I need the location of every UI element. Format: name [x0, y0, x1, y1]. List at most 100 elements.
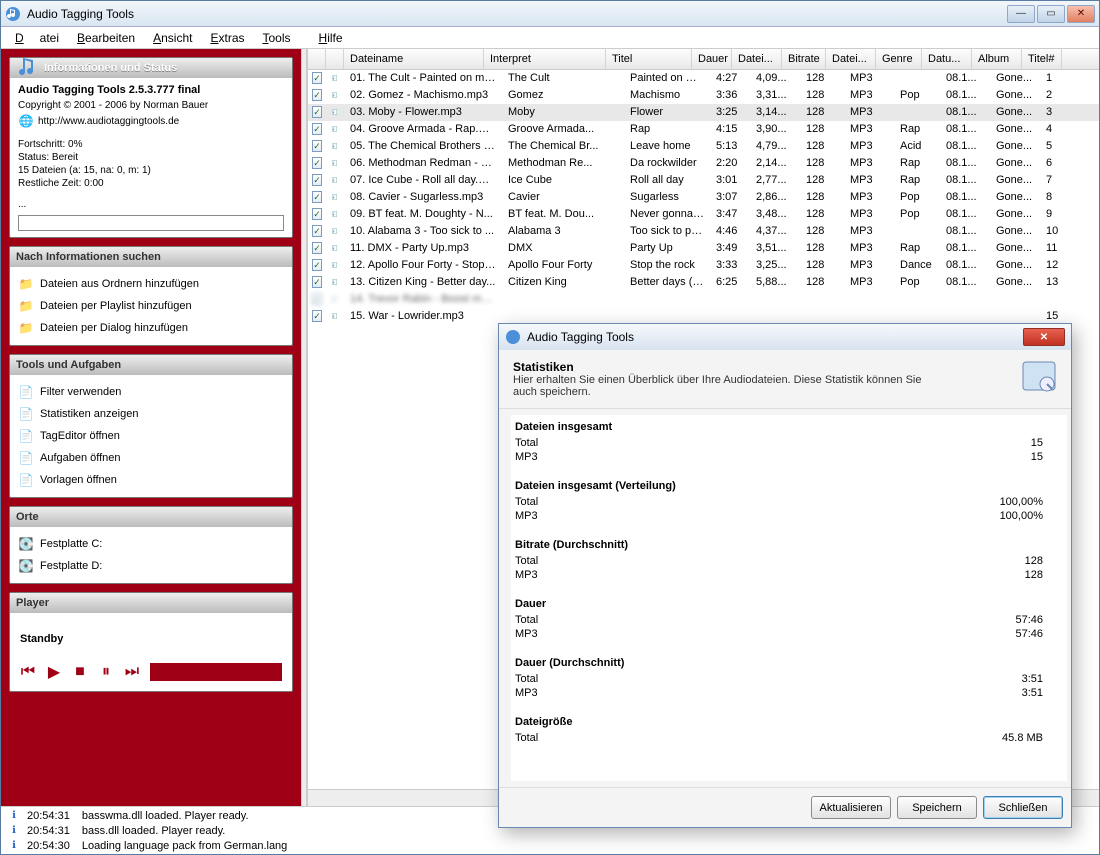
- checkbox[interactable]: ✓: [312, 293, 322, 305]
- refresh-button[interactable]: Aktualisieren: [811, 796, 891, 819]
- checkbox[interactable]: ✓: [312, 259, 322, 271]
- drive-icon: 💽: [18, 558, 34, 574]
- table-row[interactable]: ✓03. Moby - Flower.mp3MobyFlower3:253,14…: [308, 104, 1099, 121]
- col-bitrate[interactable]: Bitrate: [782, 49, 826, 69]
- sidebar-item[interactable]: 📄TagEditor öffnen: [18, 425, 284, 447]
- audio-file-icon: [332, 156, 338, 170]
- file-count: 15 Dateien (a: 15, na: 0, m: 1): [18, 164, 284, 177]
- col-track[interactable]: Titel#: [1022, 49, 1062, 69]
- table-row[interactable]: ✓02. Gomez - Machismo.mp3GomezMachismo3:…: [308, 87, 1099, 104]
- sidebar-item[interactable]: 📁Dateien per Dialog hinzufügen: [18, 317, 284, 339]
- table-row[interactable]: ✓09. BT feat. M. Doughty - N...BT feat. …: [308, 206, 1099, 223]
- stat-row: MP357:46: [511, 627, 1067, 641]
- dialog-title-bar[interactable]: Audio Tagging Tools ✕: [499, 324, 1071, 350]
- minimize-button[interactable]: —: [1007, 5, 1035, 23]
- maximize-button[interactable]: ▭: [1037, 5, 1065, 23]
- sidebar-item[interactable]: 💽Festplatte D:: [18, 555, 284, 577]
- checkbox[interactable]: ✓: [312, 191, 322, 203]
- player-prev-button[interactable]: ⏮: [20, 665, 36, 679]
- stat-section-header: Dateien insgesamt (Verteilung): [511, 474, 1067, 495]
- remaining-time: Restliche Zeit: 0:00: [18, 177, 284, 190]
- info-icon: ℹ: [7, 809, 21, 823]
- menu-ansicht[interactable]: Ansicht: [145, 29, 200, 47]
- checkbox[interactable]: ✓: [312, 225, 322, 237]
- checkbox[interactable]: ✓: [312, 310, 322, 322]
- player-stop-button[interactable]: ■: [72, 665, 88, 679]
- title-bar[interactable]: Audio Tagging Tools — ▭ ✕: [1, 1, 1099, 27]
- audio-file-icon: [332, 88, 338, 102]
- col-genre[interactable]: Genre: [876, 49, 922, 69]
- table-row[interactable]: ✓10. Alabama 3 - Too sick to ...Alabama …: [308, 223, 1099, 240]
- folder-icon: 📁: [18, 298, 34, 314]
- dialog-description: Hier erhalten Sie einen Überblick über I…: [513, 374, 943, 398]
- col-album[interactable]: Album: [972, 49, 1022, 69]
- sidebar-item[interactable]: 📁Dateien aus Ordnern hinzufügen: [18, 273, 284, 295]
- table-row[interactable]: ✓06. Methodman Redman - D...Methodman Re…: [308, 155, 1099, 172]
- stat-section-header: Dauer (Durchschnitt): [511, 651, 1067, 672]
- checkbox[interactable]: ✓: [312, 242, 322, 254]
- info-panel-header: Informationen und Status: [10, 58, 292, 78]
- table-row[interactable]: ✓05. The Chemical Brothers - ...The Chem…: [308, 138, 1099, 155]
- menu-extras[interactable]: Extras: [202, 29, 252, 47]
- tools-panel: Tools und Aufgaben 📄Filter verwenden📄Sta…: [9, 354, 293, 498]
- sidebar-item[interactable]: 📁Dateien per Playlist hinzufügen: [18, 295, 284, 317]
- menu-bearbeiten[interactable]: Bearbeiten: [69, 29, 143, 47]
- sidebar-item[interactable]: 📄Aufgaben öffnen: [18, 447, 284, 469]
- col-filename[interactable]: Dateiname: [344, 49, 484, 69]
- menu-datei[interactable]: Datei: [7, 29, 67, 47]
- dialog-close-button[interactable]: ✕: [1023, 328, 1065, 346]
- stat-row: Total45.8 MB: [511, 731, 1067, 745]
- save-button[interactable]: Speichern: [897, 796, 977, 819]
- tool-icon: 📄: [18, 428, 34, 444]
- stat-section-header: Dateigröße: [511, 710, 1067, 731]
- checkbox[interactable]: ✓: [312, 72, 322, 84]
- checkbox[interactable]: ✓: [312, 208, 322, 220]
- table-row[interactable]: ✓11. DMX - Party Up.mp3DMXParty Up3:493,…: [308, 240, 1099, 257]
- stat-row: Total15: [511, 436, 1067, 450]
- col-size[interactable]: Datei...: [732, 49, 782, 69]
- checkbox[interactable]: ✓: [312, 140, 322, 152]
- menu-tools[interactable]: Tools: [255, 29, 299, 47]
- table-row[interactable]: ✓14. Trevor Rabin - Boost me...: [308, 291, 1099, 308]
- col-duration[interactable]: Dauer: [692, 49, 732, 69]
- col-type[interactable]: Datei...: [826, 49, 876, 69]
- close-button[interactable]: ✕: [1067, 5, 1095, 23]
- sidebar-item[interactable]: 💽Festplatte C:: [18, 533, 284, 555]
- player-pause-button[interactable]: ⏸: [98, 665, 114, 679]
- audio-file-icon: [332, 71, 338, 85]
- table-row[interactable]: ✓04. Groove Armada - Rap.mp3Groove Armad…: [308, 121, 1099, 138]
- checkbox[interactable]: ✓: [312, 157, 322, 169]
- checkbox[interactable]: ✓: [312, 106, 322, 118]
- col-date[interactable]: Datu...: [922, 49, 972, 69]
- player-next-button[interactable]: ⏭: [124, 665, 140, 679]
- statistics-list[interactable]: Dateien insgesamtTotal15MP315Dateien ins…: [511, 415, 1067, 781]
- product-url[interactable]: 🌐http://www.audiotaggingtools.de: [18, 112, 284, 130]
- audio-file-icon: [332, 258, 338, 272]
- table-row[interactable]: ✓12. Apollo Four Forty - Stop ...Apollo …: [308, 257, 1099, 274]
- folder-icon: 📁: [18, 320, 34, 336]
- audio-file-icon: [332, 309, 338, 323]
- table-row[interactable]: ✓07. Ice Cube - Roll all day.mp3Ice Cube…: [308, 172, 1099, 189]
- player-seek-bar[interactable]: [150, 663, 282, 681]
- menu-hilfe[interactable]: Hilfe: [311, 29, 351, 47]
- checkbox[interactable]: ✓: [312, 174, 322, 186]
- audio-file-icon: [332, 207, 338, 221]
- close-dialog-button[interactable]: Schließen: [983, 796, 1063, 819]
- sidebar-item[interactable]: 📄Statistiken anzeigen: [18, 403, 284, 425]
- note-icon: [16, 56, 40, 80]
- app-icon: [5, 6, 21, 22]
- checkbox[interactable]: ✓: [312, 89, 322, 101]
- table-row[interactable]: ✓01. The Cult - Painted on my...The Cult…: [308, 70, 1099, 87]
- table-row[interactable]: ✓13. Citizen King - Better day...Citizen…: [308, 274, 1099, 291]
- col-title[interactable]: Titel: [606, 49, 692, 69]
- checkbox[interactable]: ✓: [312, 276, 322, 288]
- checkbox[interactable]: ✓: [312, 123, 322, 135]
- player-play-button[interactable]: ▶: [46, 665, 62, 679]
- sidebar-item[interactable]: 📄Filter verwenden: [18, 381, 284, 403]
- audio-file-icon: [332, 173, 338, 187]
- table-row[interactable]: ✓08. Cavier - Sugarless.mp3CavierSugarle…: [308, 189, 1099, 206]
- sidebar: Informationen und Status Audio Tagging T…: [1, 49, 301, 806]
- sidebar-item[interactable]: 📄Vorlagen öffnen: [18, 469, 284, 491]
- player-panel: Player Standby ⏮ ▶ ■ ⏸ ⏭: [9, 592, 293, 692]
- col-artist[interactable]: Interpret: [484, 49, 606, 69]
